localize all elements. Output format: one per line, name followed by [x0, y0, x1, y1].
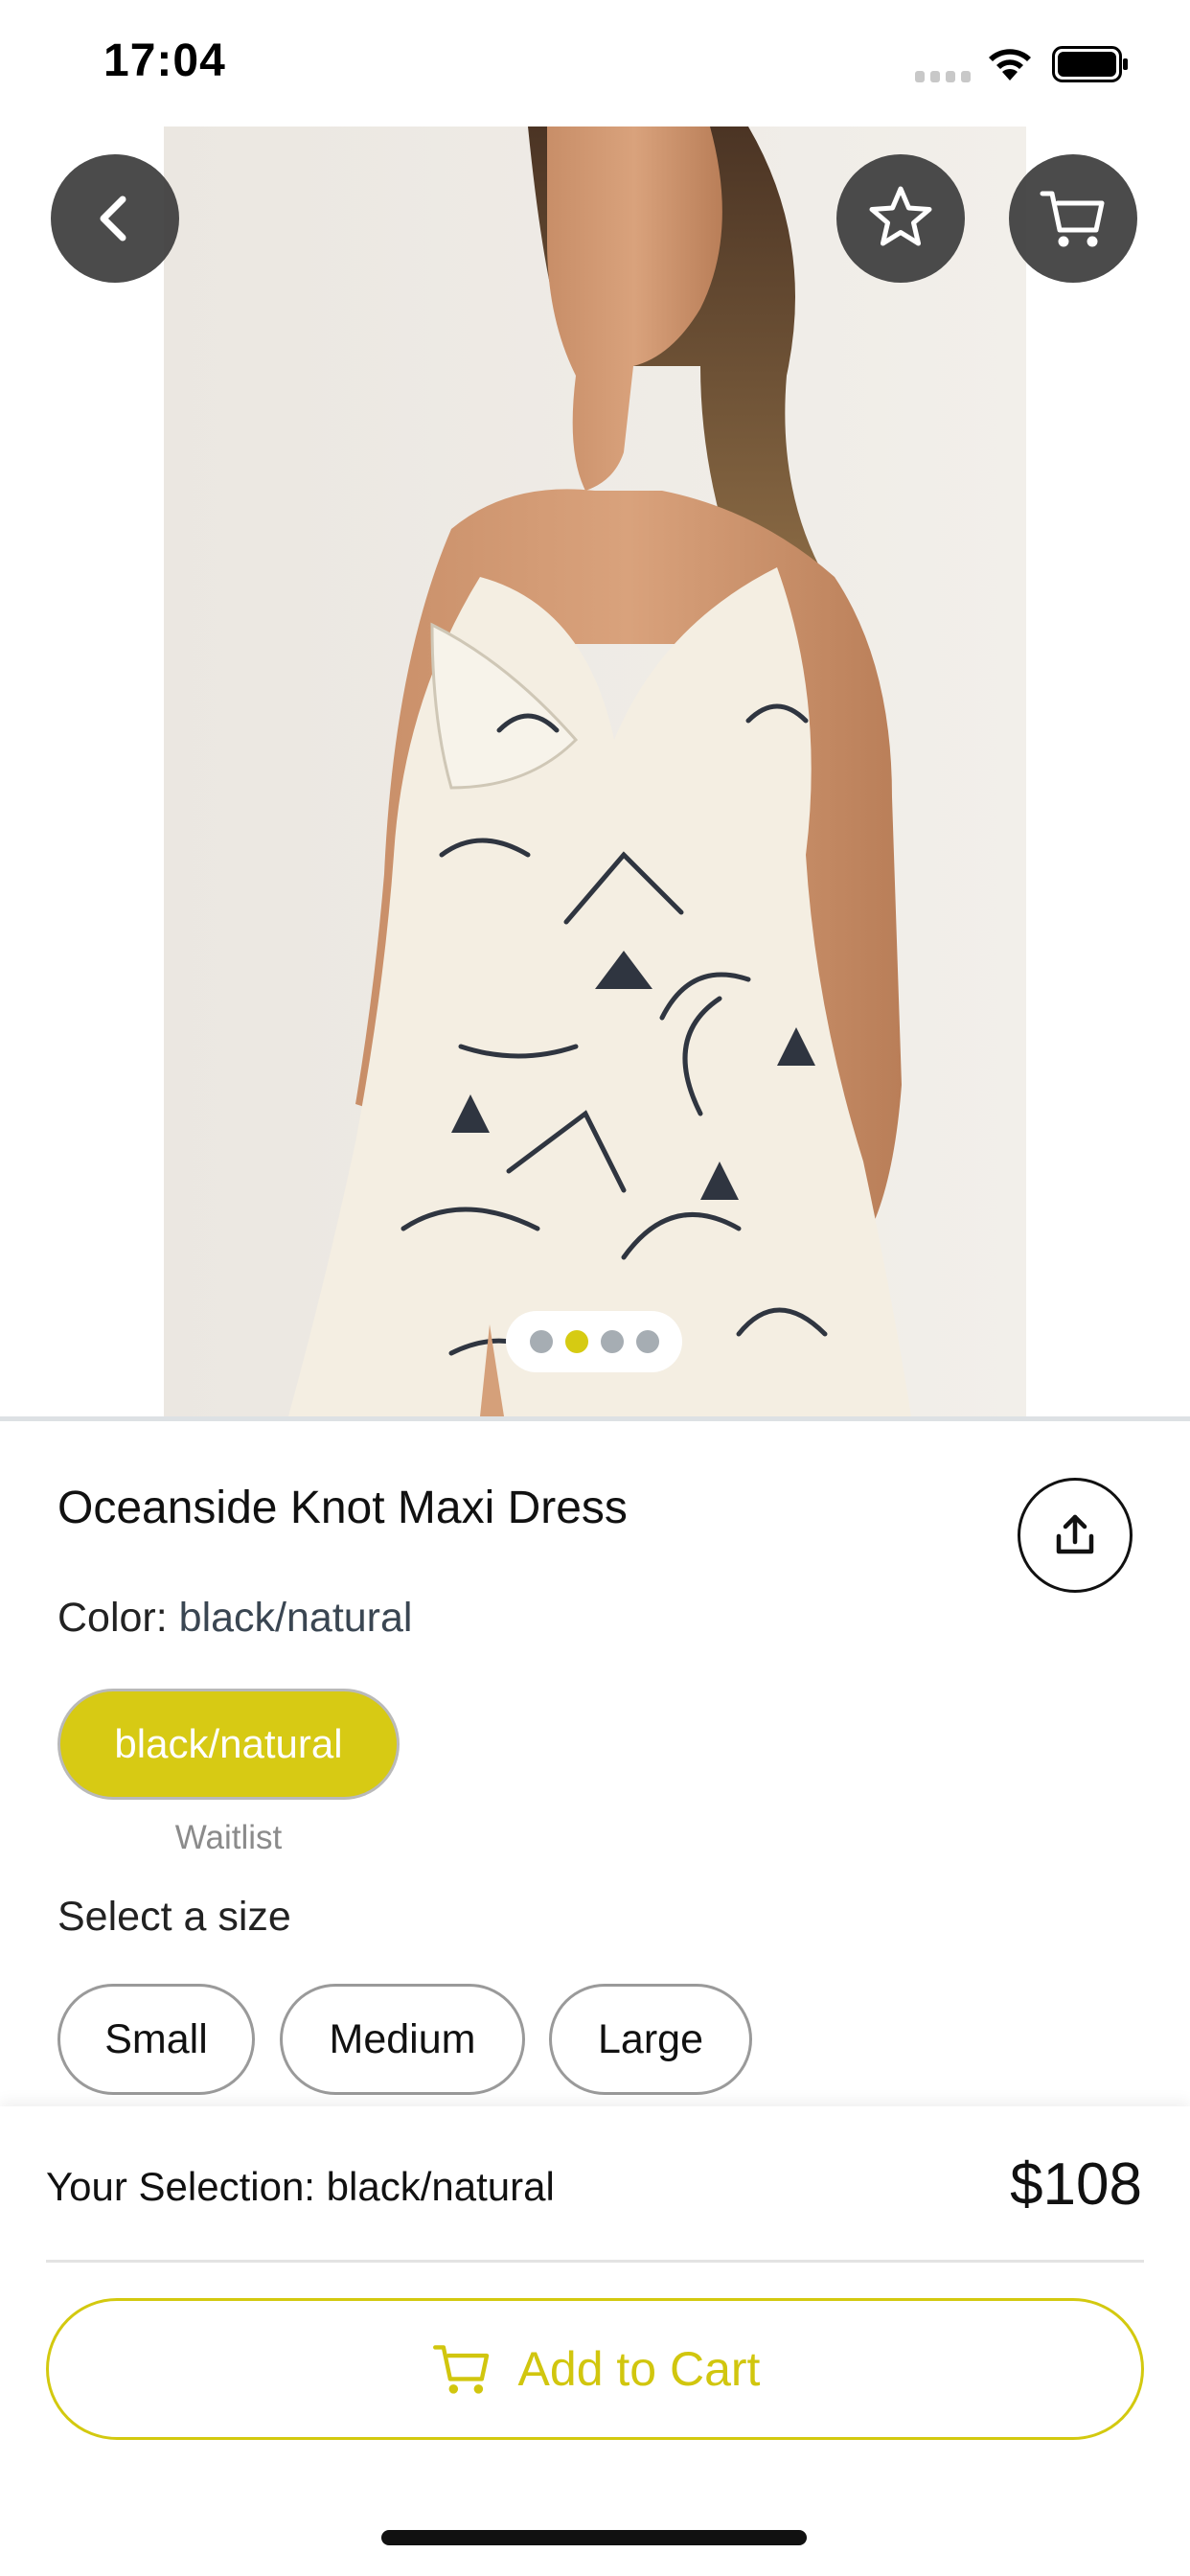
size-option-small[interactable]: Small: [57, 1984, 255, 2095]
carousel-dot[interactable]: [635, 1330, 659, 1353]
color-value: black/natural: [178, 1595, 413, 1641]
price-label: $108: [1010, 2151, 1142, 2218]
product-title: Oceanside Knot Maxi Dress: [57, 1483, 628, 1533]
color-line: Color: black/natural: [57, 1595, 412, 1642]
product-image-carousel[interactable]: [0, 126, 1190, 1421]
wifi-icon: [989, 49, 1031, 80]
color-label: Color:: [57, 1595, 179, 1641]
carousel-page-indicator[interactable]: [506, 1311, 682, 1372]
battery-icon: [1052, 46, 1128, 82]
purchase-panel: Your Selection: black/natural $108 Add t…: [0, 2106, 1190, 2576]
product-photo: [164, 126, 1026, 1416]
color-swatch-option[interactable]: black/natural: [57, 1689, 400, 1800]
size-option-medium[interactable]: Medium: [280, 1984, 525, 2095]
cart-icon: [1040, 191, 1105, 247]
divider: [46, 2260, 1144, 2263]
add-to-cart-button[interactable]: Add to Cart: [46, 2298, 1144, 2440]
carousel-dot-active[interactable]: [564, 1330, 588, 1353]
add-to-cart-label: Add to Cart: [517, 2342, 761, 2396]
carousel-dot[interactable]: [600, 1330, 624, 1353]
product-detail-screen: 17:04 Oceanside Knot Maxi Dress Color: b…: [0, 0, 1190, 2576]
status-time: 17:04: [103, 35, 226, 86]
star-icon: [869, 186, 932, 246]
share-button[interactable]: [1018, 1478, 1133, 1593]
status-bar: 17:04: [0, 0, 1190, 126]
cart-button[interactable]: [1009, 154, 1137, 283]
size-option-large[interactable]: Large: [549, 1984, 752, 2095]
cellular-signal-icon: [915, 71, 971, 82]
chevron-left-icon: [100, 196, 126, 242]
favorite-button[interactable]: [836, 154, 965, 283]
carousel-dot[interactable]: [529, 1330, 553, 1353]
back-button[interactable]: [51, 154, 179, 283]
divider: [0, 1416, 1190, 1421]
home-indicator[interactable]: [381, 2530, 807, 2545]
size-heading: Select a size: [57, 1894, 291, 1940]
share-upload-icon: [1056, 1514, 1094, 1554]
swatch-status-label: Waitlist: [174, 1819, 283, 1856]
cart-icon: [432, 2345, 489, 2394]
selection-summary: Your Selection: black/natural: [46, 2164, 555, 2209]
